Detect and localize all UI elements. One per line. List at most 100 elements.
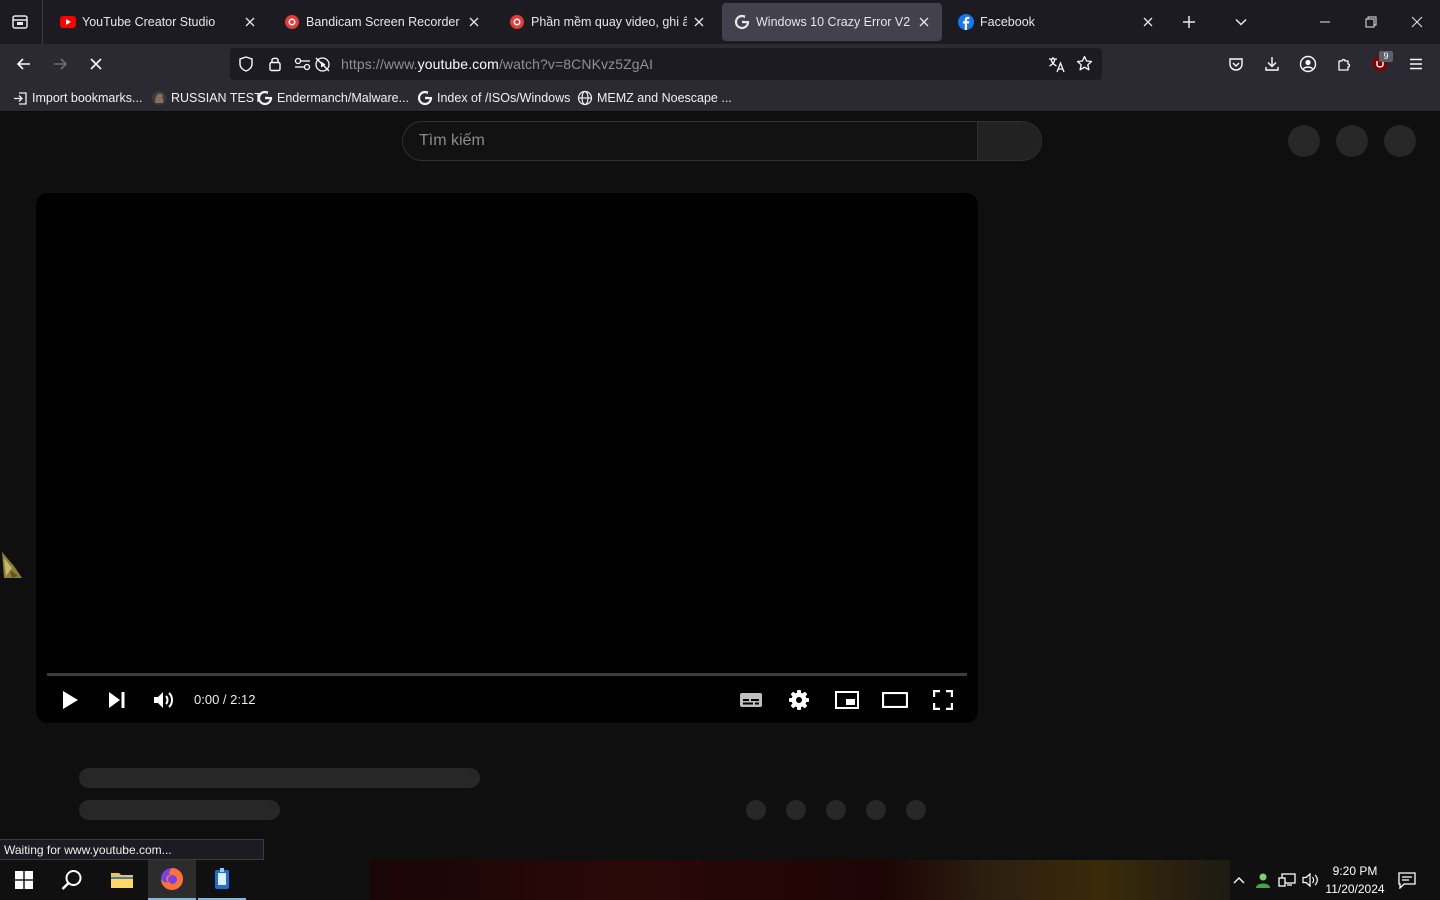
chevron-up-icon	[1233, 877, 1245, 884]
translate-icon[interactable]	[1048, 56, 1066, 78]
tab-phan-mem[interactable]: Phần mềm quay video, ghi âm	[497, 3, 717, 41]
pocket-icon	[1229, 58, 1243, 71]
google-icon	[734, 14, 750, 30]
network-tray-button[interactable]	[1277, 870, 1297, 890]
show-hidden-icons-button[interactable]	[1229, 870, 1249, 890]
app-menu-button[interactable]	[1400, 48, 1432, 80]
search-input[interactable]	[419, 122, 974, 160]
firefox-icon	[161, 868, 183, 890]
notification-icon	[1398, 872, 1416, 889]
extension-badge: 9	[1379, 51, 1393, 62]
settings-button[interactable]	[781, 685, 817, 715]
restore-button[interactable]	[1348, 0, 1394, 44]
close-tab-icon[interactable]	[691, 14, 707, 30]
arrow-right-icon	[54, 58, 68, 70]
bookmark-star-icon[interactable]	[1076, 55, 1093, 77]
notifications-button-placeholder[interactable]	[1336, 125, 1368, 157]
app-window-icon	[215, 868, 229, 889]
network-icon	[1278, 873, 1296, 887]
arrow-left-icon	[16, 58, 30, 70]
bookmark-label: MEMZ and Noescape ...	[597, 91, 732, 105]
miniplayer-button[interactable]	[829, 685, 865, 715]
url-text[interactable]: https://www.youtube.com/watch?v=8CNKvz5Z…	[341, 56, 653, 72]
minimize-button[interactable]	[1302, 0, 1348, 44]
stop-button[interactable]	[80, 48, 112, 80]
permissions-icon[interactable]	[294, 56, 312, 77]
tab-title: Phần mềm quay video, ghi âm	[531, 15, 687, 29]
hamburger-menu-icon	[1410, 58, 1422, 70]
bookmark-label: Endermanch/Malware...	[277, 91, 410, 105]
close-window-button[interactable]	[1394, 0, 1440, 44]
tab-title: Windows 10 Crazy Error V2 dow	[756, 15, 912, 29]
url-bar[interactable]: https://www.youtube.com/watch?v=8CNKvz5Z…	[230, 48, 1102, 80]
tab-windows-crazy-error[interactable]: Windows 10 Crazy Error V2 dow	[722, 3, 942, 41]
clock-time: 9:20 PM	[1332, 864, 1378, 878]
lock-icon[interactable]	[267, 55, 283, 77]
tab-youtube-studio[interactable]: YouTube Creator Studio	[48, 3, 268, 41]
tab-bandicam[interactable]: Bandicam Screen Recorder Dow	[272, 3, 492, 41]
forward-button[interactable]	[44, 48, 76, 80]
firefox-view-button[interactable]	[4, 6, 36, 38]
new-tab-button[interactable]	[1173, 6, 1205, 38]
url-host: youtube.com	[417, 56, 499, 72]
bandicam-icon	[509, 14, 525, 30]
progress-bar[interactable]	[47, 673, 967, 676]
back-button[interactable]	[8, 48, 40, 80]
list-all-tabs-button[interactable]	[1225, 6, 1257, 38]
start-button[interactable]	[0, 860, 48, 900]
mute-button[interactable]	[146, 685, 182, 715]
ublock-extension-button[interactable]: 9	[1364, 48, 1396, 80]
tabstrip-divider	[42, 0, 43, 44]
google-icon	[257, 90, 273, 106]
action-center-button[interactable]	[1397, 870, 1417, 890]
pocket-button[interactable]	[1220, 48, 1252, 80]
avatar[interactable]	[1384, 125, 1416, 157]
close-tab-icon[interactable]	[916, 14, 932, 30]
action-placeholder[interactable]	[746, 800, 766, 820]
search-button[interactable]	[977, 122, 1041, 160]
puzzle-icon	[1337, 58, 1350, 71]
app-taskbar-button[interactable]	[198, 860, 246, 900]
taskbar-clock[interactable]: 9:20 PM 11/20/2024	[1322, 862, 1388, 898]
close-tab-icon[interactable]	[242, 14, 258, 30]
theater-mode-button[interactable]	[877, 685, 913, 715]
autoplay-blocked-icon[interactable]	[314, 56, 331, 78]
bookmark-import[interactable]: Import bookmarks...	[12, 89, 142, 107]
firefox-taskbar-button[interactable]	[148, 860, 196, 900]
search-icon	[61, 870, 82, 890]
tracking-protection-shield-icon[interactable]	[238, 56, 254, 77]
fullscreen-button[interactable]	[925, 685, 961, 715]
action-placeholder[interactable]	[826, 800, 846, 820]
close-tab-icon[interactable]	[466, 14, 482, 30]
tab-title: YouTube Creator Studio	[82, 15, 216, 29]
extensions-button[interactable]	[1328, 48, 1360, 80]
gear-icon	[789, 690, 809, 710]
firefox-view-icon	[12, 15, 28, 29]
downloads-button[interactable]	[1256, 48, 1288, 80]
people-tray-button[interactable]	[1253, 870, 1273, 890]
play-button[interactable]	[52, 685, 88, 715]
tab-facebook[interactable]: Facebook	[946, 3, 1166, 41]
bookmark-endermanch[interactable]: Endermanch/Malware...	[257, 89, 409, 107]
next-button[interactable]	[99, 685, 135, 715]
volume-tray-button[interactable]	[1301, 870, 1321, 890]
windows-taskbar: 9:20 PM 11/20/2024	[0, 860, 1440, 900]
folder-icon	[111, 873, 133, 888]
video-player[interactable]: 0:00 / 2:12	[36, 193, 978, 723]
subtitles-button[interactable]	[733, 685, 769, 715]
account-button[interactable]	[1292, 48, 1324, 80]
tab-strip: YouTube Creator Studio Bandicam Screen R…	[0, 0, 1440, 44]
bookmark-memz[interactable]: MEMZ and Noescape ...	[577, 89, 732, 107]
account-icon	[1299, 55, 1317, 73]
file-explorer-button[interactable]	[98, 860, 146, 900]
action-placeholder[interactable]	[786, 800, 806, 820]
fullscreen-icon	[933, 690, 953, 710]
create-button-placeholder[interactable]	[1288, 125, 1320, 157]
bookmark-index-isos[interactable]: Index of /ISOs/Windows	[417, 89, 570, 107]
action-placeholder[interactable]	[866, 800, 886, 820]
action-placeholder[interactable]	[906, 800, 926, 820]
close-tab-icon[interactable]	[1140, 14, 1156, 30]
bookmark-russian-test[interactable]: RUSSIAN TEST	[151, 89, 262, 107]
search-button[interactable]	[48, 860, 96, 900]
person-icon	[151, 90, 167, 106]
